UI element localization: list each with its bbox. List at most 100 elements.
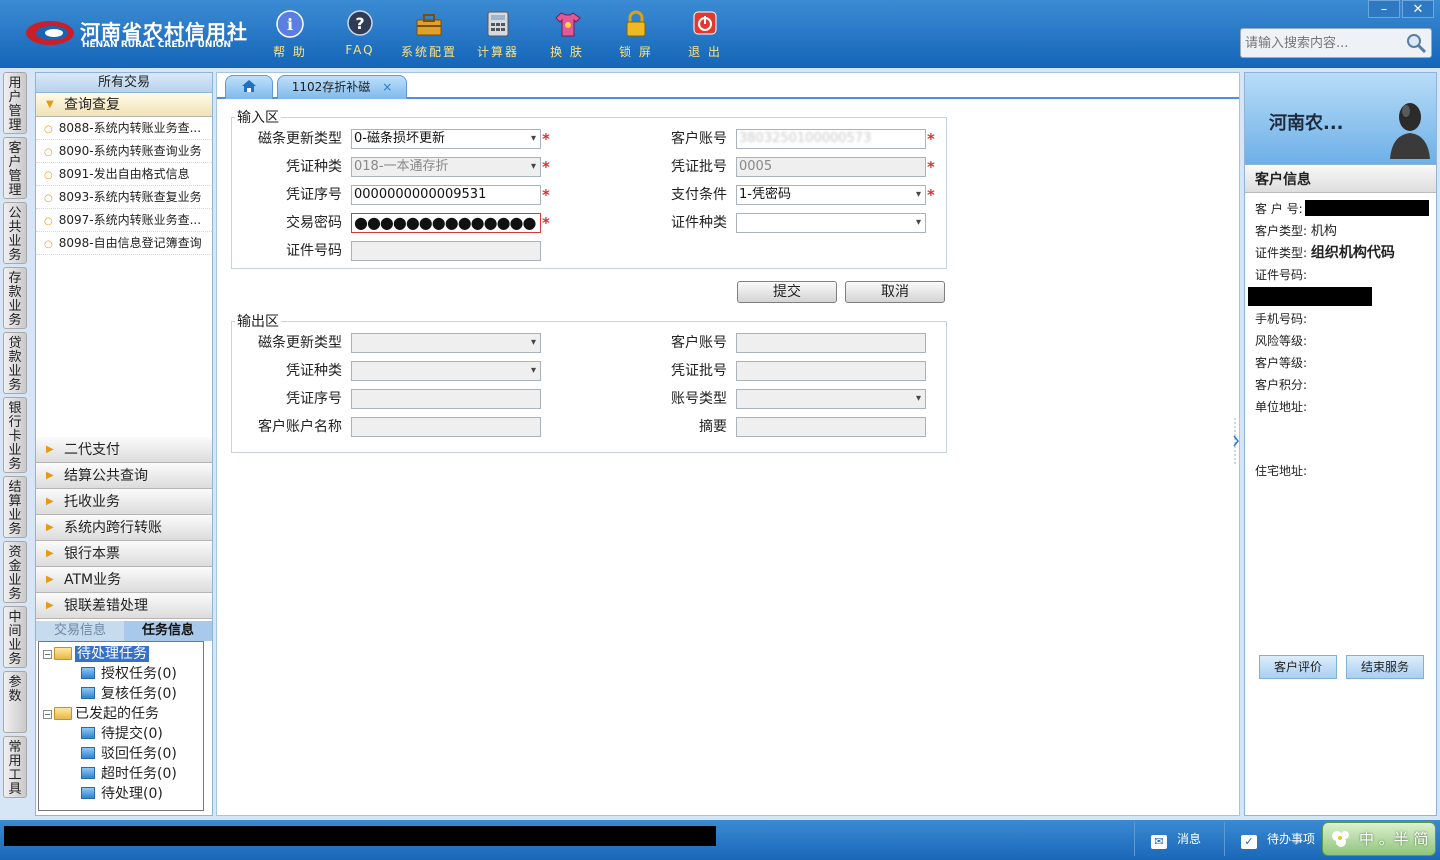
nav-item-8091[interactable]: ○ 8091-发出自由格式信息 (36, 163, 212, 186)
module-tab-settlement[interactable]: 结算业务 (3, 476, 27, 538)
task-folder-icon (81, 747, 95, 759)
password-field[interactable]: ●●●●●●●●●●●●●● (351, 213, 541, 233)
close-tab-icon[interactable]: × (382, 80, 392, 94)
tree-node-to-handle[interactable]: 待处理(0) (39, 784, 203, 804)
customer-panel: 河南农... 客户信息 客 户 号: 客户类型: 机构 证件类型: 组织机构代码… (1244, 72, 1437, 816)
nav-groups: ▶ 二代支付 ▶ 结算公共查询 ▶ 托收业务 ▶ 系统内跨行转账 ▶ 银行本票 ▶ ATM业… (36, 437, 212, 619)
out-acct-name-field[interactable] (351, 417, 541, 437)
out-voucher-batch-field[interactable] (736, 361, 926, 381)
stripe-type-label: 磁条更新类型 (258, 131, 342, 147)
module-tab-deposit[interactable]: 存款业务 (3, 267, 27, 329)
voucher-no-field[interactable]: 0000000000009531 (351, 185, 541, 205)
customer-evaluate-button[interactable]: 客户评价 (1259, 655, 1337, 679)
exit-button[interactable]: 退 出 (672, 6, 738, 64)
tree-node-to-submit[interactable]: 待提交(0) (39, 724, 203, 744)
out-summary-field[interactable] (736, 417, 926, 437)
id-type-label: 证件种类 (671, 215, 727, 231)
ime-indicator[interactable]: 中 。半 简 (1322, 822, 1436, 856)
out-acct-type-select[interactable] (736, 389, 926, 409)
password-label: 交易密码 (286, 215, 342, 231)
toolbox-icon (416, 14, 442, 36)
tree-node-authorize[interactable]: 授权任务(0) (39, 664, 203, 684)
tree-node-pending[interactable]: − 待处理任务 (39, 644, 203, 664)
nav-group-collection[interactable]: ▶ 托收业务 (36, 489, 212, 515)
tab-1102[interactable]: 1102存折补磁 × (277, 75, 407, 99)
out-voucher-type-select[interactable] (351, 361, 541, 381)
voucher-type-select[interactable]: 018-一本通存折 (351, 157, 541, 177)
account-field[interactable]: 3803250100000573 (736, 129, 926, 149)
module-tab-card[interactable]: 银行卡业务 (3, 397, 27, 473)
required-mark: * (927, 186, 935, 204)
module-tab-customer-mgmt[interactable]: 客户管理 (3, 137, 27, 199)
module-tab-funds[interactable]: 资金业务 (3, 541, 27, 603)
id-type-select[interactable] (736, 213, 926, 233)
module-tab-public[interactable]: 公共业务 (3, 202, 27, 264)
panel-splitter[interactable] (1232, 416, 1240, 466)
nav-item-8093[interactable]: ○ 8093-系统内转账查复业务 (36, 186, 212, 209)
out-account-field[interactable] (736, 333, 926, 353)
id-no-label: 证件号码 (286, 243, 342, 259)
module-tab-intermediary[interactable]: 中间业务 (3, 606, 27, 668)
module-tab-loan[interactable]: 贷款业务 (3, 332, 27, 394)
out-stripe-type-select[interactable] (351, 333, 541, 353)
tab-trade-info[interactable]: 交易信息 (36, 621, 124, 641)
module-tab-user-mgmt[interactable]: 用户管理 (3, 72, 27, 134)
stripe-type-select[interactable]: 0-磁条损坏更新 (351, 129, 541, 149)
lock-button[interactable]: 锁 屏 (603, 6, 669, 64)
task-tree: − 待处理任务 授权任务(0) 复核任务(0) − 已发起的任务 待提交(0) 驳回… (38, 641, 204, 811)
chevron-right-icon: ▶ (46, 600, 54, 611)
out-voucher-no-field[interactable] (351, 389, 541, 409)
messages-button[interactable]: ✉ 消息 (1134, 822, 1224, 856)
pay-condition-label: 支付条件 (671, 187, 727, 203)
collapse-icon[interactable]: − (43, 650, 52, 659)
nav-group-atm[interactable]: ▶ ATM业务 (36, 567, 212, 593)
submit-button[interactable]: 提交 (737, 281, 837, 303)
nav-group-query[interactable]: ▼ 查询查复 (36, 93, 212, 117)
settings-button[interactable]: 系统配置 (396, 6, 462, 64)
nav-group-settlement-query[interactable]: ▶ 结算公共查询 (36, 463, 212, 489)
tab-task-info[interactable]: 任务信息 (124, 621, 212, 641)
nav-group-second-gen-payment[interactable]: ▶ 二代支付 (36, 437, 212, 463)
tree-node-review[interactable]: 复核任务(0) (39, 684, 203, 704)
customer-info-title: 客户信息 (1245, 167, 1436, 193)
id-no-field[interactable] (351, 241, 541, 261)
faq-button[interactable]: ? FAQ (327, 6, 393, 64)
voucher-batch-field[interactable]: 0005 (736, 157, 926, 177)
minimize-button[interactable]: – (1368, 0, 1400, 18)
tree-node-rejected[interactable]: 驳回任务(0) (39, 744, 203, 764)
flower-icon (1332, 831, 1349, 847)
skin-button[interactable]: 换 肤 (534, 6, 600, 64)
work-address-row: 单位地址: (1255, 400, 1308, 414)
pay-condition-select[interactable]: 1-凭密码 (736, 185, 926, 205)
help-button[interactable]: i 帮 助 (257, 6, 323, 64)
tab-home[interactable] (225, 75, 273, 99)
nav-item-8090[interactable]: ○ 8090-系统内转账查询业务 (36, 140, 212, 163)
end-service-button[interactable]: 结束服务 (1346, 655, 1424, 679)
folder-open-icon (54, 647, 72, 660)
close-window-button[interactable]: ✕ (1402, 0, 1434, 18)
collapse-icon[interactable]: − (43, 710, 52, 719)
nav-item-8098[interactable]: ○ 8098-自由信息登记簿查询 (36, 232, 212, 255)
output-area-legend: 输出区 (235, 311, 281, 331)
search-input[interactable] (1245, 33, 1405, 53)
chevron-right-icon[interactable] (1232, 416, 1240, 466)
nav-item-8097[interactable]: ○ 8097-系统内转账业务查... (36, 209, 212, 232)
calculator-label: 计算器 (476, 45, 519, 59)
required-mark: * (542, 186, 550, 204)
search-icon[interactable] (1405, 32, 1427, 54)
required-mark: * (542, 158, 550, 176)
top-header: 河南省农村信用社 HENAN RURAL CREDIT UNION i 帮 助 … (0, 0, 1440, 68)
module-tab-tools[interactable]: 常用工具 (3, 736, 27, 798)
nav-group-unionpay-error[interactable]: ▶ 银联差错处理 (36, 593, 212, 619)
module-tab-params[interactable]: 参数 (3, 671, 27, 733)
calculator-button[interactable]: 计算器 (465, 6, 531, 64)
cancel-button[interactable]: 取消 (845, 281, 945, 303)
tree-node-initiated[interactable]: − 已发起的任务 (39, 704, 203, 724)
info-icon: i (276, 10, 304, 38)
tree-node-timeout[interactable]: 超时任务(0) (39, 764, 203, 784)
todo-button[interactable]: ✓ 待办事项 (1224, 822, 1320, 856)
nav-group-interbank[interactable]: ▶ 系统内跨行转账 (36, 515, 212, 541)
nav-item-8088[interactable]: ○ 8088-系统内转账业务查... (36, 117, 212, 140)
redacted-block (1248, 287, 1372, 306)
nav-group-cashier-check[interactable]: ▶ 银行本票 (36, 541, 212, 567)
